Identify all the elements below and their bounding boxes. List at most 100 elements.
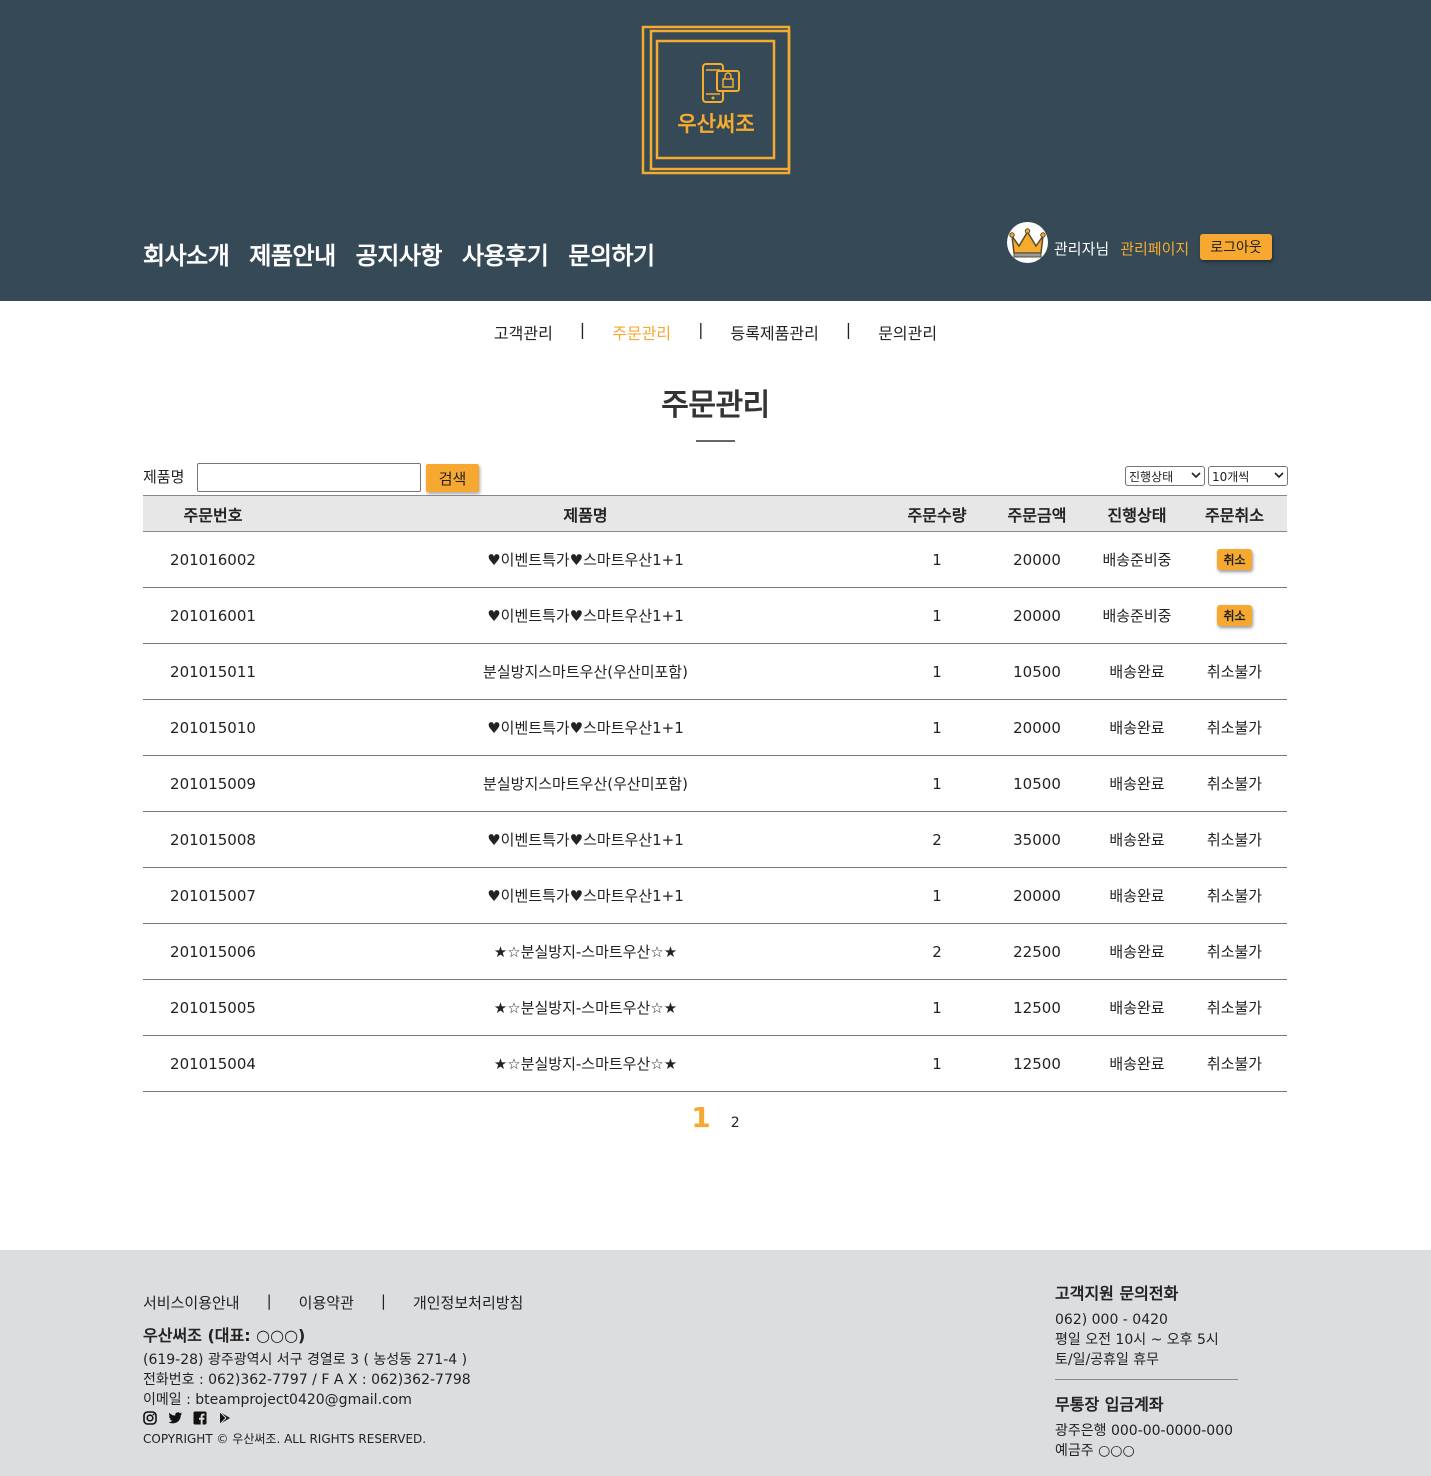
company-phone-fax: 전화번호 : 062)362-7797 / F A X : 062)362-77…: [143, 1372, 471, 1388]
search-button[interactable]: 검색: [426, 464, 479, 492]
google-play-icon[interactable]: [218, 1410, 232, 1425]
amount-cell: 12500: [1013, 998, 1061, 1017]
status-cell: 배송준비중: [1102, 551, 1172, 569]
order-number-cell: 201015008: [170, 830, 256, 849]
status-cell: 배송완료: [1109, 1055, 1165, 1073]
order-number-cell: 201015010: [170, 718, 256, 737]
footer-separator: |: [380, 1292, 386, 1310]
table-row: 201015005 ★☆분실방지-스마트우산☆★ 1 12500 배송완료 취소불가: [143, 980, 1287, 1036]
table-row: 201015011 분실방지스마트우산(우산미포함) 1 10500 배송완료 취소불가: [143, 644, 1287, 700]
order-number-cell: 201015009: [170, 774, 256, 793]
status-filter-value: 진행상태: [1129, 469, 1174, 484]
page-link-2[interactable]: 2: [731, 1115, 740, 1131]
cancel-cell: 취소불가: [1182, 1053, 1287, 1074]
cancel-unavailable-label: 취소불가: [1206, 887, 1263, 905]
tab-inquiry-management[interactable]: 문의관리: [878, 320, 937, 344]
status-filter-select[interactable]: 진행상태: [1125, 466, 1205, 486]
instagram-icon[interactable]: [143, 1410, 157, 1425]
page-link-1[interactable]: 1: [691, 1101, 710, 1134]
cancel-cell: 취소: [1182, 605, 1287, 626]
footer-link-terms[interactable]: 이용약관: [299, 1292, 354, 1313]
tab-customer-management[interactable]: 고객관리: [494, 320, 553, 344]
table-row: 201015010 ♥이벤트특가♥스마트우산1+1 1 20000 배송완료 취소불가: [143, 700, 1287, 756]
admin-page-link[interactable]: 관리페이지: [1120, 238, 1189, 259]
footer-link-privacy[interactable]: 개인정보처리방침: [413, 1292, 523, 1313]
nav-item-company[interactable]: 회사소개: [143, 236, 230, 271]
order-number-cell: 201015006: [170, 942, 256, 961]
title-underline: [696, 440, 735, 442]
order-number-cell: 201015011: [170, 662, 256, 681]
chevron-down-icon: [1191, 470, 1201, 483]
quantity-cell: 1: [932, 606, 942, 625]
tab-order-management[interactable]: 주문관리: [612, 320, 671, 344]
pagination: 1 2: [0, 1101, 1431, 1134]
cancel-unavailable-label: 취소불가: [1206, 943, 1263, 961]
quantity-cell: 1: [932, 1054, 942, 1073]
table-row: 201015006 ★☆분실방지-스마트우산☆★ 2 22500 배송완료 취소불가: [143, 924, 1287, 980]
product-name-cell: ♥이벤트특가♥스마트우산1+1: [487, 831, 684, 849]
order-number-cell: 201015004: [170, 1054, 256, 1073]
support-closed: 토/일/공휴일 휴무: [1055, 1352, 1160, 1368]
table-row: 201016001 ♥이벤트특가♥스마트우산1+1 1 20000 배송준비중 취소: [143, 588, 1287, 644]
page-title: 주문관리: [661, 388, 770, 423]
sns-links: [143, 1410, 232, 1425]
main-nav: 회사소개 제품안내 공지사항 사용후기 문의하기: [143, 236, 655, 271]
user-name: 관리자님: [1054, 239, 1110, 258]
cancel-unavailable-label: 취소불가: [1206, 1055, 1263, 1073]
order-number-cell: 201016002: [170, 550, 256, 569]
product-name-cell: ★☆분실방지-스마트우산☆★: [493, 943, 678, 961]
support-phone: 062) 000 - 0420: [1055, 1312, 1168, 1328]
amount-cell: 22500: [1013, 942, 1061, 961]
column-header-product: 제품명: [563, 505, 608, 525]
crown-icon: [1009, 227, 1046, 257]
footer-link-service-guide[interactable]: 서비스이용안내: [143, 1292, 240, 1313]
table-row: 201015008 ♥이벤트특가♥스마트우산1+1 2 35000 배송완료 취소불가: [143, 812, 1287, 868]
status-cell: 배송완료: [1109, 775, 1165, 793]
company-email: 이메일 : bteamproject0420@gmail.com: [143, 1392, 412, 1408]
cancel-cell: 취소불가: [1182, 773, 1287, 794]
bank-title: 무통장 입금계좌: [1055, 1395, 1164, 1414]
sub-nav-separator: |: [845, 320, 852, 339]
amount-cell: 10500: [1013, 662, 1061, 681]
product-name-cell: 분실방지스마트우산(우산미포함): [483, 663, 688, 681]
logo-frame-icon: [641, 25, 791, 175]
logout-button[interactable]: 로그아웃: [1200, 234, 1272, 260]
table-header: 주문번호 제품명 주문수량 주문금액 진행상태 주문취소: [143, 495, 1287, 532]
product-name-cell: ★☆분실방지-스마트우산☆★: [493, 1055, 678, 1073]
status-cell: 배송완료: [1109, 943, 1165, 961]
tab-product-management[interactable]: 등록제품관리: [730, 320, 818, 344]
table-row: 201015009 분실방지스마트우산(우산미포함) 1 10500 배송완료 취소불가: [143, 756, 1287, 812]
support-title: 고객지원 문의전화: [1055, 1284, 1179, 1303]
table-row: 201015007 ♥이벤트특가♥스마트우산1+1 1 20000 배송완료 취소불가: [143, 868, 1287, 924]
nav-item-reviews[interactable]: 사용후기: [462, 236, 549, 271]
nav-item-products[interactable]: 제품안내: [249, 236, 336, 271]
user-area: 관리자님 관리페이지 로그아웃: [1007, 218, 1272, 266]
status-cell: 배송완료: [1109, 887, 1165, 905]
cancel-order-button[interactable]: 취소: [1217, 549, 1252, 570]
cancel-unavailable-label: 취소불가: [1206, 999, 1263, 1017]
cancel-unavailable-label: 취소불가: [1206, 831, 1263, 849]
status-cell: 배송완료: [1109, 999, 1165, 1017]
sub-nav-separator: |: [698, 320, 704, 339]
amount-cell: 35000: [1013, 830, 1061, 849]
page-size-select[interactable]: 10개씩: [1208, 466, 1288, 486]
product-name-cell: ♥이벤트특가♥스마트우산1+1: [487, 719, 684, 737]
bank-holder: 예금주 ○○○: [1055, 1443, 1135, 1459]
order-number-cell: 201015005: [170, 998, 256, 1017]
nav-item-inquiry[interactable]: 문의하기: [568, 236, 655, 271]
cancel-order-button[interactable]: 취소: [1217, 605, 1252, 626]
nav-item-notices[interactable]: 공지사항: [356, 236, 443, 271]
product-search-input[interactable]: [197, 463, 421, 492]
product-name-cell: ★☆분실방지-스마트우산☆★: [493, 999, 678, 1017]
cancel-cell: 취소불가: [1182, 885, 1287, 906]
product-name-cell: ♥이벤트특가♥스마트우산1+1: [487, 887, 684, 905]
footer-separator: |: [266, 1292, 272, 1310]
site-logo[interactable]: 우산써조: [640, 24, 792, 176]
search-label: 제품명: [143, 468, 185, 486]
quantity-cell: 2: [932, 942, 942, 961]
twitter-icon[interactable]: [168, 1410, 182, 1424]
table-body: 201016002 ♥이벤트특가♥스마트우산1+1 1 20000 배송준비중 취소 201…: [143, 532, 1287, 1092]
facebook-icon[interactable]: [193, 1410, 207, 1425]
column-header-cancel: 주문취소: [1205, 505, 1264, 525]
amount-cell: 10500: [1013, 774, 1061, 793]
